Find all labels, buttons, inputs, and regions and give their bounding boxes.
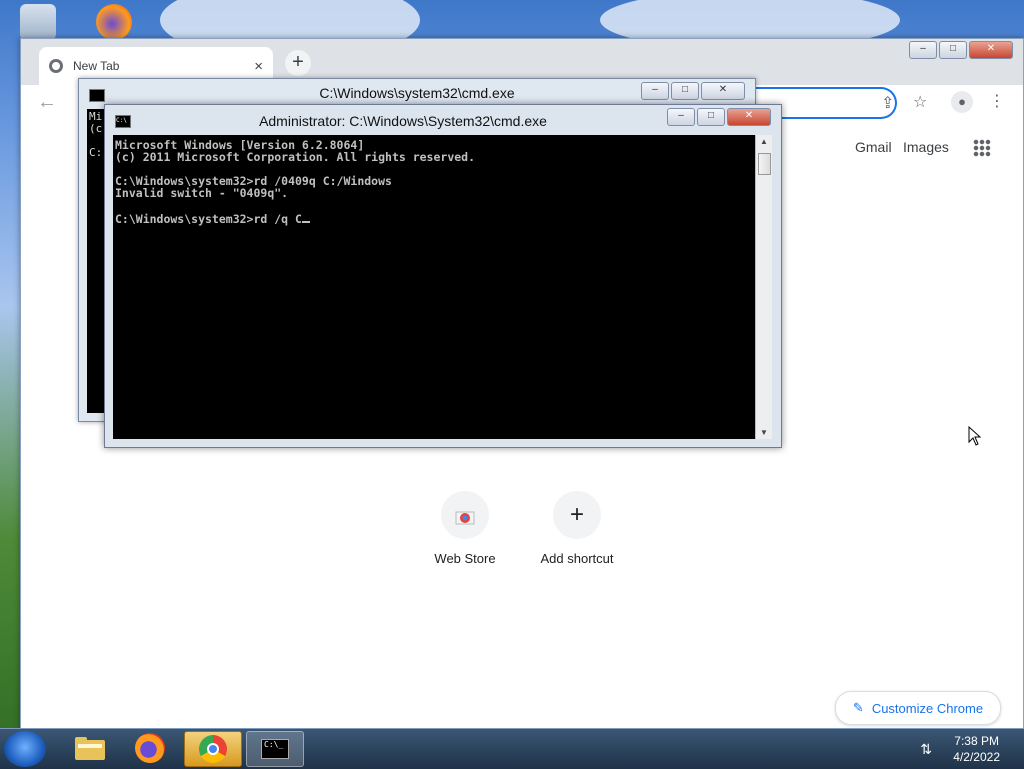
gmail-link[interactable]: Gmail — [855, 139, 892, 155]
taskbar-clock[interactable]: 7:38 PM 4/2/2022 — [953, 733, 1000, 765]
scrollbar-thumb[interactable] — [758, 153, 771, 175]
customize-label: Customize Chrome — [871, 700, 984, 716]
shortcut-label: Add shortcut — [540, 551, 614, 566]
start-button[interactable] — [4, 731, 46, 767]
google-apps-icon[interactable] — [973, 139, 991, 157]
scroll-down-arrow-icon[interactable]: ▼ — [756, 428, 772, 437]
scroll-up-arrow-icon[interactable]: ▲ — [756, 137, 772, 146]
tab-title: New Tab — [73, 59, 120, 73]
cmd-back-window-controls: – □ ✕ — [641, 82, 745, 100]
customize-chrome-button[interactable]: ✎ Customize Chrome — [835, 691, 1001, 725]
bookmark-star-icon[interactable]: ☆ — [913, 92, 927, 112]
shortcut-web-store[interactable]: Web Store — [405, 491, 525, 566]
network-tray-icon[interactable]: ⇅ — [920, 741, 932, 758]
chrome-window-controls: – □ ✕ — [909, 41, 1013, 59]
cmd-taskbar-glyph: C:\_ — [261, 739, 289, 759]
firefox-icon[interactable] — [122, 731, 178, 765]
shortcut-label: Web Store — [434, 551, 496, 566]
clock-time: 7:38 PM — [954, 734, 999, 748]
console-line: Invalid switch - "0409q". — [115, 186, 289, 200]
web-store-icon — [441, 491, 489, 539]
taskbar: C:\_ ⇅ 7:38 PM 4/2/2022 — [0, 728, 1024, 769]
close-button[interactable]: ✕ — [969, 41, 1013, 59]
chrome-icon[interactable] — [184, 731, 242, 767]
minimize-button[interactable]: – — [667, 108, 695, 126]
new-tab-button[interactable]: + — [285, 50, 311, 76]
maximize-button[interactable]: □ — [697, 108, 725, 126]
console-scrollbar[interactable]: ▲ ▼ — [755, 135, 772, 439]
minimize-button[interactable]: – — [641, 82, 669, 100]
images-link[interactable]: Images — [903, 139, 949, 155]
plus-icon: + — [553, 491, 601, 539]
text-cursor — [301, 211, 310, 223]
cmd-title: Administrator: C:\Windows\System32\cmd.e… — [259, 113, 547, 129]
cmd-window-controls: – □ ✕ — [667, 108, 771, 126]
close-button[interactable]: ✕ — [727, 108, 771, 126]
cmd-icon[interactable]: C:\_ — [246, 731, 304, 767]
back-arrow-icon[interactable]: ← — [37, 91, 57, 114]
close-button[interactable]: ✕ — [701, 82, 745, 100]
clock-date: 4/2/2022 — [953, 750, 1000, 764]
minimize-button[interactable]: – — [909, 41, 937, 59]
mouse-cursor-icon — [968, 426, 982, 446]
tab-close-icon[interactable]: × — [254, 58, 263, 75]
console-prompt-line: C:\Windows\system32>rd /q C — [115, 212, 302, 226]
menu-kebab-icon[interactable]: ⋮ — [989, 91, 1005, 111]
cmd-window[interactable]: C:\ Administrator: C:\Windows\System32\c… — [104, 104, 782, 448]
chrome-favicon-icon — [49, 59, 63, 73]
profile-avatar-icon[interactable]: ● — [951, 91, 973, 113]
recycle-bin-icon[interactable] — [20, 4, 56, 40]
shortcut-add[interactable]: + Add shortcut — [517, 491, 637, 566]
maximize-button[interactable]: □ — [671, 82, 699, 100]
share-icon[interactable]: ⇪ — [881, 93, 894, 113]
file-explorer-icon[interactable] — [62, 731, 118, 765]
console-output[interactable]: Microsoft Windows [Version 6.2.8064] (c)… — [113, 135, 755, 439]
console-line: (c) 2011 Microsoft Corporation. All righ… — [115, 150, 476, 164]
pencil-icon: ✎ — [852, 700, 864, 715]
firefox-desktop-icon[interactable] — [96, 4, 132, 40]
maximize-button[interactable]: □ — [939, 41, 967, 59]
